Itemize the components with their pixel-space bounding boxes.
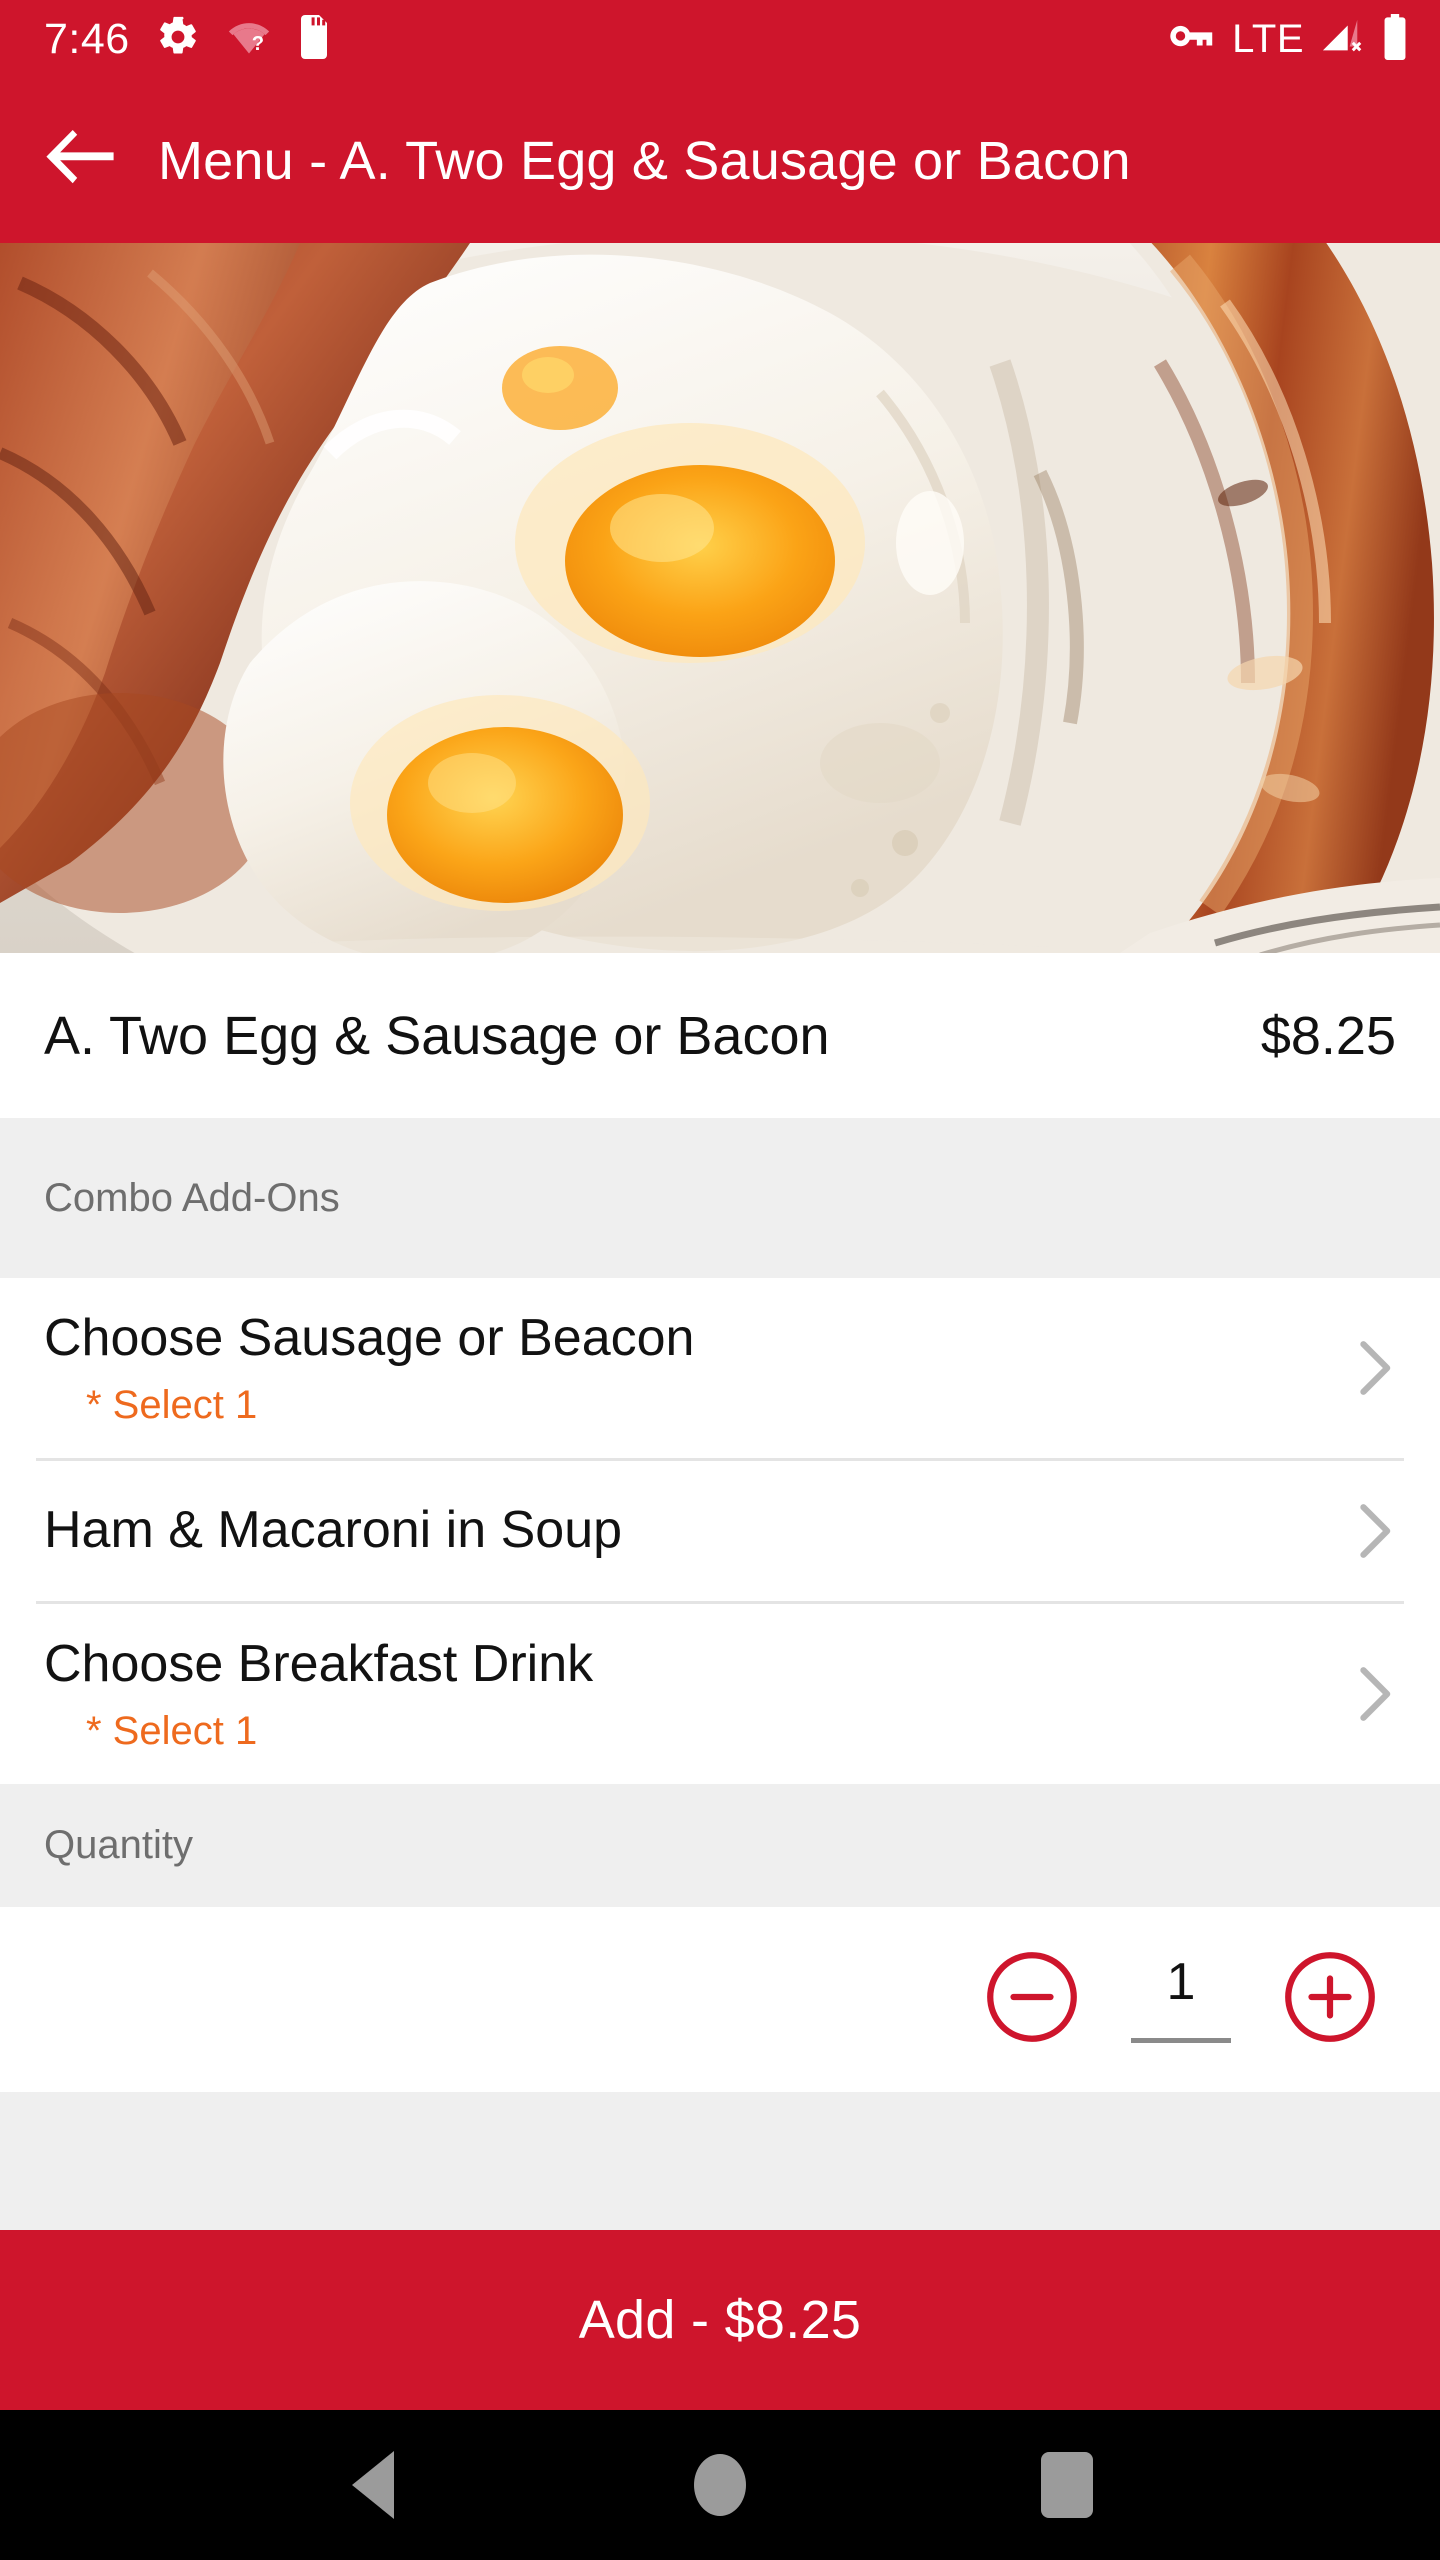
network-type-label: LTE bbox=[1232, 16, 1304, 61]
minus-circle-icon bbox=[984, 1949, 1080, 2050]
combo-addons-section-header: Combo Add-Ons bbox=[0, 1118, 1440, 1278]
status-bar: 7:46 ? LTE bbox=[0, 0, 1440, 78]
quantity-increment-button[interactable] bbox=[1280, 1950, 1380, 2050]
quantity-decrement-button[interactable] bbox=[982, 1950, 1082, 2050]
plus-circle-icon bbox=[1282, 1949, 1378, 2050]
addon-option-choose-breakfast-drink[interactable]: Choose Breakfast Drink * Select 1 bbox=[0, 1604, 1440, 1784]
gear-icon bbox=[156, 15, 200, 64]
vpn-key-icon bbox=[1168, 17, 1218, 62]
item-photo bbox=[0, 243, 1440, 953]
wifi-no-connection-icon: ? bbox=[226, 15, 272, 64]
quantity-stepper: 1 bbox=[0, 1907, 1440, 2092]
item-summary-row: A. Two Egg & Sausage or Bacon $8.25 bbox=[0, 953, 1440, 1118]
food-photo-illustration bbox=[0, 243, 1440, 953]
back-button[interactable] bbox=[44, 125, 116, 197]
combo-addons-list: Choose Sausage or Beacon * Select 1 Ham … bbox=[0, 1278, 1440, 1784]
sd-card-icon bbox=[298, 14, 332, 64]
nav-recents-button[interactable] bbox=[1012, 2430, 1122, 2540]
addon-option-text: Choose Breakfast Drink * Select 1 bbox=[44, 1634, 1336, 1754]
addon-option-title: Choose Sausage or Beacon bbox=[44, 1308, 695, 1367]
quantity-field-underline bbox=[1131, 2038, 1231, 2043]
arrow-back-icon bbox=[46, 130, 114, 191]
addon-option-text: Choose Sausage or Beacon * Select 1 bbox=[44, 1308, 1336, 1428]
battery-full-icon bbox=[1380, 13, 1410, 65]
bottom-spacer bbox=[0, 2092, 1440, 2230]
quantity-section-header: Quantity bbox=[0, 1784, 1440, 1907]
page-title: Menu - A. Two Egg & Sausage or Bacon bbox=[158, 130, 1131, 191]
chevron-right-icon bbox=[1356, 1666, 1396, 1722]
quantity-value-field[interactable]: 1 bbox=[1096, 1956, 1266, 2043]
add-to-cart-label: Add - $8.25 bbox=[578, 2290, 862, 2350]
android-navigation-bar bbox=[0, 2410, 1440, 2560]
addon-option-requirement: * Select 1 bbox=[86, 1709, 258, 1754]
chevron-right-icon bbox=[1356, 1503, 1396, 1559]
status-bar-right: LTE bbox=[1168, 13, 1410, 65]
nav-home-circle-icon bbox=[693, 2454, 746, 2516]
addon-option-text: Ham & Macaroni in Soup bbox=[44, 1500, 1336, 1561]
addon-option-title: Choose Breakfast Drink bbox=[44, 1634, 594, 1693]
status-bar-clock: 7:46 bbox=[44, 14, 130, 63]
addon-option-ham-macaroni-in-soup[interactable]: Ham & Macaroni in Soup bbox=[0, 1461, 1440, 1601]
quantity-label: Quantity bbox=[44, 1823, 193, 1867]
app-bar: Menu - A. Two Egg & Sausage or Bacon bbox=[0, 78, 1440, 243]
svg-text:?: ? bbox=[251, 32, 263, 54]
nav-back-button[interactable] bbox=[318, 2430, 428, 2540]
chevron-right-icon bbox=[1356, 1340, 1396, 1396]
addon-option-title: Ham & Macaroni in Soup bbox=[44, 1501, 623, 1560]
nav-home-button[interactable] bbox=[665, 2430, 775, 2540]
app-screen: 7:46 ? LTE Menu - A. Two Egg & Sausage o… bbox=[0, 0, 1440, 2560]
cellular-signal-off-icon bbox=[1318, 16, 1366, 63]
item-name: A. Two Egg & Sausage or Bacon bbox=[44, 1005, 830, 1066]
addon-option-choose-sausage-or-beacon[interactable]: Choose Sausage or Beacon * Select 1 bbox=[0, 1278, 1440, 1458]
item-price: $8.25 bbox=[1260, 1005, 1396, 1066]
add-to-cart-button[interactable]: Add - $8.25 bbox=[0, 2230, 1440, 2410]
quantity-value: 1 bbox=[1166, 1953, 1196, 2011]
combo-addons-label: Combo Add-Ons bbox=[44, 1175, 340, 1220]
addon-option-requirement: * Select 1 bbox=[86, 1383, 258, 1428]
status-bar-left: 7:46 ? bbox=[44, 14, 332, 64]
nav-recents-square-icon bbox=[1040, 2452, 1093, 2518]
nav-back-triangle-icon bbox=[352, 2451, 395, 2519]
